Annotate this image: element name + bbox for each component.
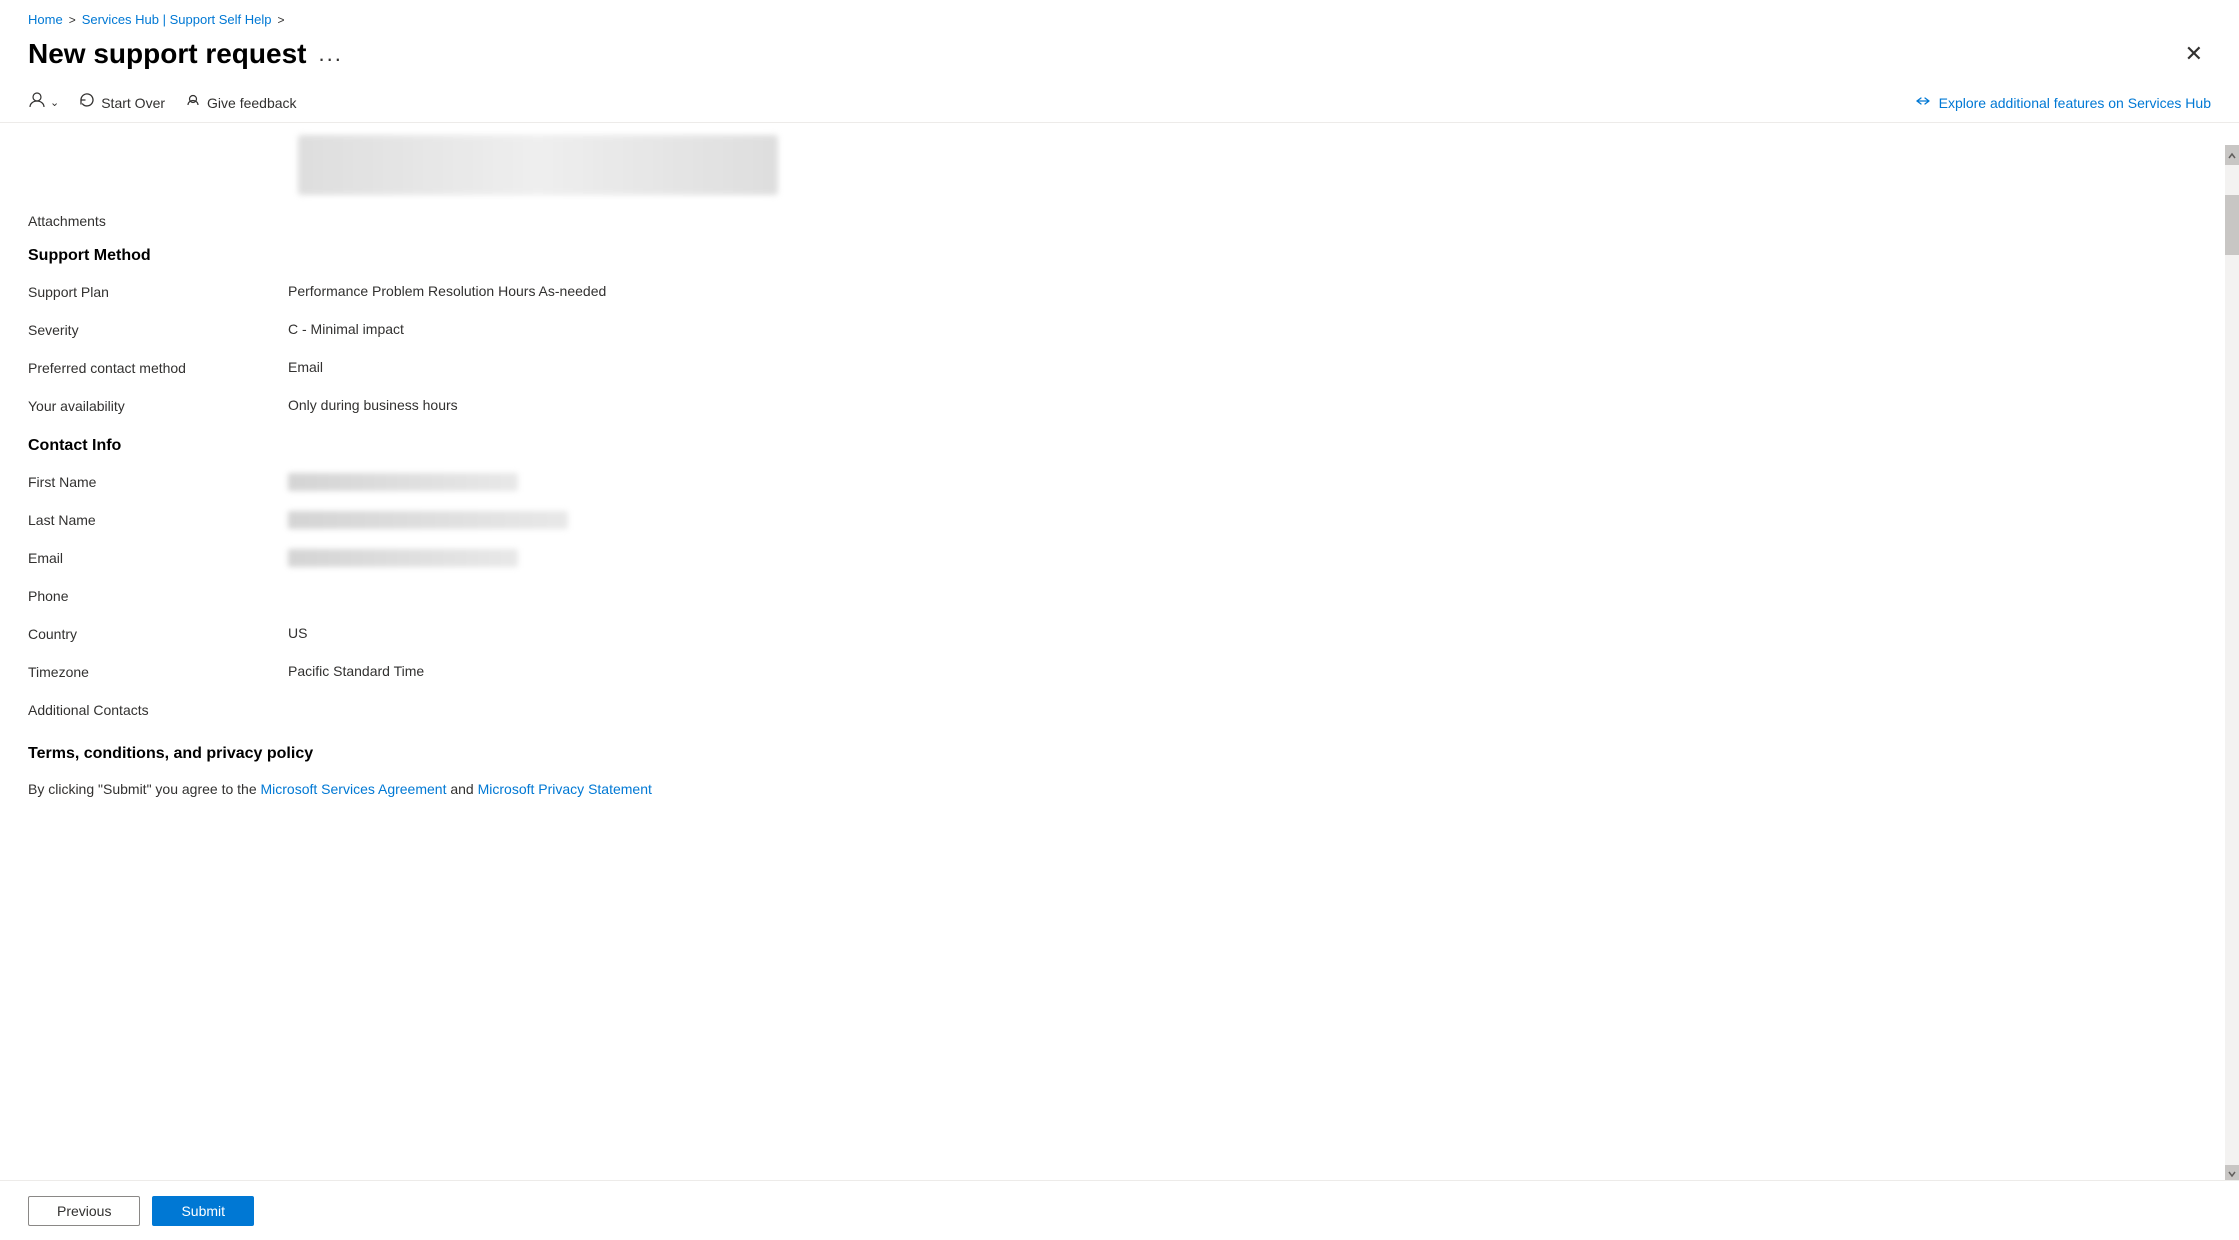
field-phone: Phone [28, 587, 2211, 611]
breadcrumb-sep1: > [69, 13, 76, 27]
terms-section: Terms, conditions, and privacy policy By… [28, 745, 2211, 797]
first-name-value-blurred [288, 473, 518, 491]
start-over-label: Start Over [101, 95, 165, 111]
page-options-button[interactable]: ... [318, 41, 342, 67]
breadcrumb-home[interactable]: Home [28, 12, 63, 27]
additional-contacts-label: Additional Contacts [28, 701, 288, 718]
terms-prefix: By clicking "Submit" you agree to the [28, 781, 261, 797]
support-plan-label: Support Plan [28, 283, 288, 300]
terms-heading: Terms, conditions, and privacy policy [28, 745, 2211, 763]
give-feedback-button[interactable]: Give feedback [185, 92, 297, 113]
scrollbar-track[interactable] [2225, 145, 2239, 1185]
field-additional-contacts: Additional Contacts [28, 701, 2211, 725]
last-name-label: Last Name [28, 511, 288, 528]
field-timezone: Timezone Pacific Standard Time [28, 663, 2211, 687]
page-title: New support request [28, 38, 306, 70]
chevron-down-icon: ⌄ [50, 96, 59, 109]
start-over-button[interactable]: Start Over [79, 92, 165, 113]
support-plan-value: Performance Problem Resolution Hours As-… [288, 283, 606, 299]
field-last-name: Last Name [28, 511, 2211, 535]
page-title-bar: New support request ... ✕ [0, 33, 2239, 83]
breadcrumb-services-hub[interactable]: Services Hub | Support Self Help [82, 12, 272, 27]
toolbar: ⌄ Start Over Give feedback [0, 83, 2239, 123]
explore-label: Explore additional features on Services … [1939, 95, 2211, 111]
support-method-heading: Support Method [28, 247, 2211, 265]
field-email: Email [28, 549, 2211, 573]
preferred-contact-value: Email [288, 359, 323, 375]
main-content: Attachments Support Method Support Plan … [0, 135, 2239, 911]
feedback-label: Give feedback [207, 95, 297, 111]
email-label: Email [28, 549, 288, 566]
timezone-label: Timezone [28, 663, 288, 680]
contact-info-section: Contact Info First Name Last Name Email … [28, 437, 2211, 725]
timezone-value: Pacific Standard Time [288, 663, 424, 679]
action-bar: Previous Submit [0, 1180, 2239, 1240]
phone-label: Phone [28, 587, 288, 604]
scroll-arrow-up[interactable] [2225, 145, 2239, 165]
attachments-label: Attachments [28, 213, 2211, 229]
first-name-label: First Name [28, 473, 288, 490]
field-availability: Your availability Only during business h… [28, 397, 2211, 421]
feedback-icon [185, 92, 201, 113]
field-first-name: First Name [28, 473, 2211, 497]
explore-icon [1915, 93, 1931, 112]
start-over-icon [79, 92, 95, 113]
blurred-banner [298, 135, 778, 195]
terms-middle: and [446, 781, 477, 797]
close-button[interactable]: ✕ [2177, 37, 2211, 71]
field-support-plan: Support Plan Performance Problem Resolut… [28, 283, 2211, 307]
breadcrumb-sep2: > [278, 13, 285, 27]
preferred-contact-label: Preferred contact method [28, 359, 288, 376]
submit-button[interactable]: Submit [152, 1196, 254, 1226]
terms-body: By clicking "Submit" you agree to the Mi… [28, 781, 2211, 797]
previous-button[interactable]: Previous [28, 1196, 140, 1226]
contact-info-heading: Contact Info [28, 437, 2211, 455]
email-value-blurred [288, 549, 518, 567]
breadcrumb: Home > Services Hub | Support Self Help … [0, 0, 2239, 33]
field-country: Country US [28, 625, 2211, 649]
field-severity: Severity C - Minimal impact [28, 321, 2211, 345]
availability-label: Your availability [28, 397, 288, 414]
user-icon-button[interactable]: ⌄ [28, 91, 59, 114]
microsoft-privacy-statement-link[interactable]: Microsoft Privacy Statement [478, 781, 652, 797]
support-method-section: Support Method Support Plan Performance … [28, 247, 2211, 421]
country-value: US [288, 625, 307, 641]
field-preferred-contact: Preferred contact method Email [28, 359, 2211, 383]
country-label: Country [28, 625, 288, 642]
microsoft-services-agreement-link[interactable]: Microsoft Services Agreement [261, 781, 447, 797]
explore-features-button[interactable]: Explore additional features on Services … [1915, 93, 2211, 112]
last-name-value-blurred [288, 511, 568, 529]
severity-value: C - Minimal impact [288, 321, 404, 337]
availability-value: Only during business hours [288, 397, 458, 413]
user-icon [28, 91, 46, 114]
severity-label: Severity [28, 321, 288, 338]
scrollbar-thumb[interactable] [2225, 195, 2239, 255]
